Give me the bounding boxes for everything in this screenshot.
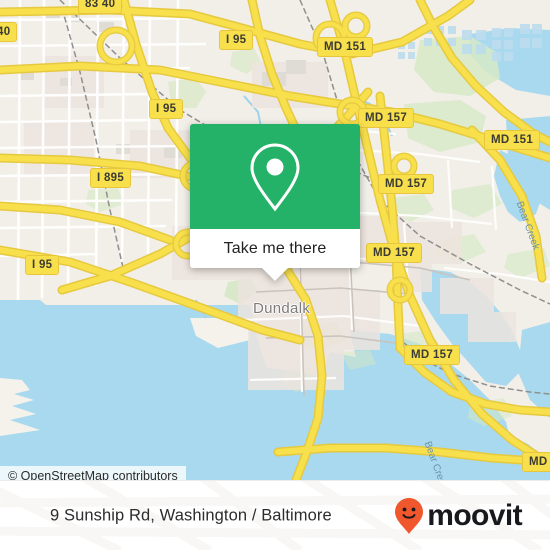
road-shield: MD 151 xyxy=(317,37,374,57)
road-shield: MD 157 xyxy=(378,174,435,194)
road-shield: MD 157 xyxy=(358,108,415,128)
address-label: 9 Sunship Rd, Washington / Baltimore xyxy=(50,506,332,525)
footer-bar: 9 Sunship Rd, Washington / Baltimore moo… xyxy=(0,480,550,550)
place-label: Dundalk xyxy=(253,300,311,317)
road-shield: MD xyxy=(522,452,550,472)
callout-pin-panel xyxy=(190,124,360,229)
take-me-there-label: Take me there xyxy=(223,239,327,257)
road-shield: I 895 xyxy=(90,168,132,188)
road-shield: I 95 xyxy=(219,30,254,50)
moovit-logo[interactable]: moovit xyxy=(394,497,523,535)
road-shield: MD 157 xyxy=(366,243,423,263)
road-shield: MD 157 xyxy=(404,345,461,365)
road-shield: I 95 xyxy=(149,99,184,119)
map-callout-card[interactable]: Take me there xyxy=(190,124,360,281)
road-shield: 83 40 xyxy=(78,0,123,14)
moovit-smiley-pin-icon xyxy=(395,498,424,534)
callout-tail xyxy=(261,267,289,281)
callout-action-panel[interactable]: Take me there xyxy=(190,229,360,281)
road-shield: MD 151 xyxy=(484,130,541,150)
moovit-map-screenshot: 83 40 40 I 95 MD 151 I 95 MD 157 MD 151 I 895 MD… xyxy=(0,0,550,550)
map-pin-icon xyxy=(250,142,300,211)
road-shield: 40 xyxy=(0,22,18,42)
road-shield: I 95 xyxy=(25,255,60,275)
moovit-wordmark: moovit xyxy=(427,499,522,532)
